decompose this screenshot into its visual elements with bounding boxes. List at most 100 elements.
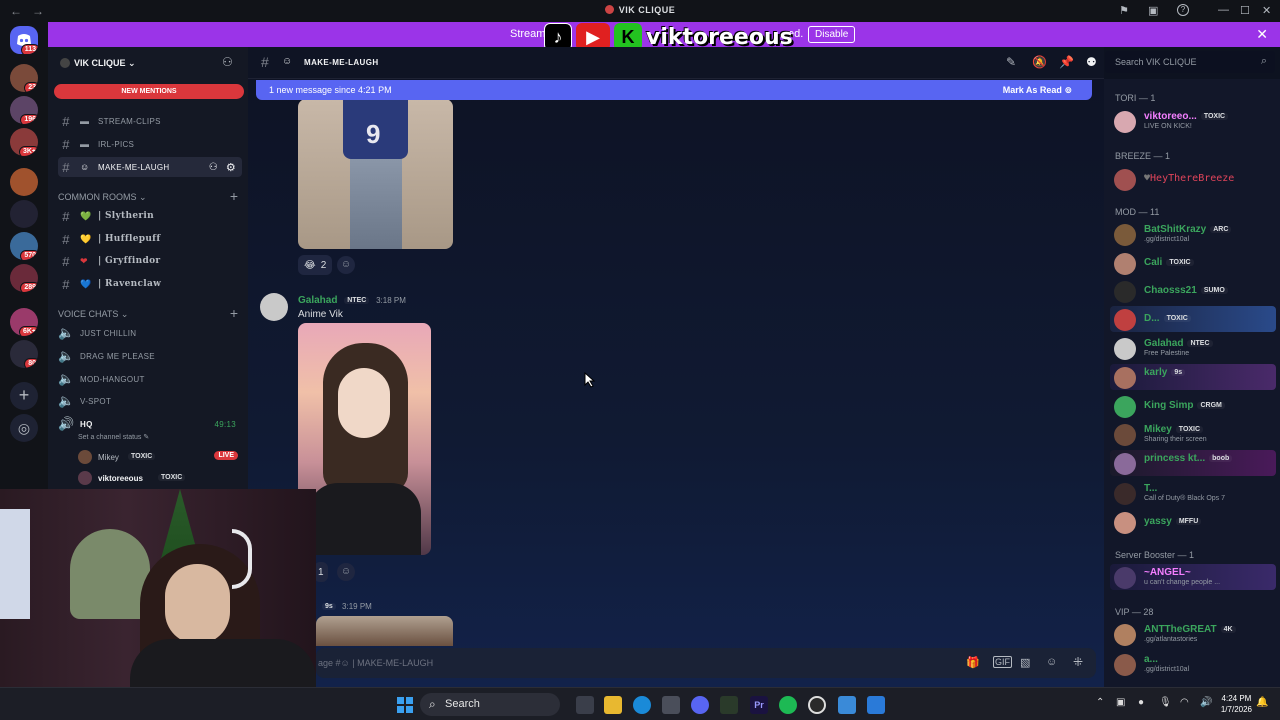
voice-drag-me-please[interactable]: 🔈 DRAG ME PLEASE (58, 346, 242, 366)
obs-icon[interactable] (808, 696, 826, 714)
gif-icon[interactable]: GIF (993, 656, 1012, 668)
member-cali[interactable]: Cali TOXIC (1110, 250, 1276, 276)
member-king-simp[interactable]: King Simp CRGM (1110, 393, 1276, 419)
channel-ravenclaw[interactable]: # 💙 | Ravenclaw (58, 274, 242, 294)
voice-user-mikey[interactable]: Mikey TOXIC LIVE (78, 450, 242, 466)
volume-icon[interactable]: 🔊 (1200, 697, 1212, 708)
category-voice-chats[interactable]: VOICE CHATS ⌄ (58, 309, 128, 320)
channel-stream-clips[interactable]: # ▬ STREAM-CLIPS (58, 111, 242, 131)
member-list-icon[interactable]: ⚉ (1086, 55, 1097, 69)
member-viktoreeous[interactable]: viktoreeo... TOXIC LIVE ON KICK! (1110, 108, 1276, 134)
discover-icon[interactable]: ◎ (10, 414, 38, 442)
member-mikey[interactable]: Mikey TOXIC Sharing their screen (1110, 421, 1276, 447)
task-view-icon[interactable] (576, 696, 594, 714)
maximize-icon[interactable]: ☐ (1240, 4, 1250, 17)
member-heytherebreeze[interactable]: ♥HeyThereBreeze (1110, 166, 1276, 192)
member-angel[interactable]: ~ANGEL~ u can't change people ... (1110, 564, 1276, 590)
server-name-header[interactable]: VIK CLIQUE ⌄ (60, 58, 136, 69)
reaction[interactable]: 1 (314, 562, 328, 582)
wifi-icon[interactable]: ◠ (1180, 697, 1189, 708)
new-messages-bar[interactable]: 1 new message since 4:21 PM Mark As Read… (256, 80, 1092, 100)
server-icon[interactable] (10, 168, 38, 196)
channel-make-me-laugh[interactable]: # ☺ MAKE-ME-LAUGH ⚇ ⚙ (58, 157, 242, 177)
notification-bell-icon[interactable]: 🔔 (1256, 697, 1268, 708)
mute-bell-icon[interactable]: 🔕 (1032, 55, 1047, 69)
threads-icon[interactable]: ✎ (1006, 55, 1016, 69)
member-karly[interactable]: karly 9s (1110, 364, 1276, 390)
mic-icon[interactable]: 🎙 (1159, 697, 1172, 708)
photos-icon[interactable] (867, 696, 885, 714)
category-common-rooms[interactable]: COMMON ROOMS ⌄ (58, 192, 147, 203)
home-discord-icon[interactable]: 113 (10, 26, 38, 54)
server-icon[interactable]: 6K+ (10, 308, 38, 336)
add-reaction-icon[interactable]: ☺ (337, 563, 355, 581)
server-icon[interactable]: 196 (10, 96, 38, 124)
settings-gear-icon[interactable]: ⚙ (226, 161, 236, 174)
server-icon[interactable]: 289 (10, 264, 38, 292)
add-voice-channel-icon[interactable]: + (230, 305, 238, 321)
inbox-icon[interactable]: ⚑ (1119, 4, 1129, 17)
member-anthegreat[interactable]: ANTTheGREAT 4K .gg/atlantastories (1110, 621, 1276, 647)
app-tray-icon[interactable]: ● (1138, 697, 1144, 708)
server-icon[interactable]: 80 (10, 340, 38, 368)
member-t[interactable]: T... Call of Duty® Black Ops 7 (1110, 480, 1276, 506)
member-d[interactable]: D... TOXIC (1110, 306, 1276, 332)
message-image[interactable] (316, 616, 453, 646)
message-author[interactable]: Galahad (298, 295, 337, 306)
premiere-pro-icon[interactable]: Pr (750, 696, 768, 714)
network-icon[interactable]: ▣ (1116, 697, 1125, 708)
server-icon[interactable]: 3K+ (10, 128, 38, 156)
taskbar-search[interactable]: ⌕ Search (420, 693, 560, 716)
member-batshitkrazy[interactable]: BatShitKrazy ARC .gg/district10al (1110, 221, 1276, 247)
gift-icon[interactable]: 🎁 (966, 656, 980, 669)
server-icon[interactable]: 570 (10, 232, 38, 260)
pin-icon[interactable]: 📌 (1059, 55, 1074, 69)
emoji-picker-icon[interactable]: ☺ (1046, 656, 1057, 668)
message-image[interactable]: 9 (298, 99, 453, 249)
channel-slytherin[interactable]: # 💚 | Slytherin (58, 206, 242, 226)
help-icon[interactable]: ? (1177, 4, 1189, 16)
notepad-icon[interactable] (838, 696, 856, 714)
channel-hufflepuff[interactable]: # 💛 | Hufflepuff (58, 229, 242, 249)
search-input[interactable]: Search VIK CLIQUE (1115, 57, 1197, 67)
new-mentions-pill[interactable]: NEW MENTIONS (54, 84, 244, 99)
screen-share-icon[interactable]: ▣ (1148, 4, 1158, 17)
disable-button[interactable]: Disable (808, 26, 856, 43)
member-galahad[interactable]: Galahad NTEC Free Palestine (1110, 335, 1276, 361)
message-image[interactable] (298, 323, 431, 555)
server-icon[interactable]: 23 (10, 64, 38, 92)
voice-just-chillin[interactable]: 🔈 JUST CHILLIN (58, 323, 242, 343)
edge-browser-icon[interactable] (633, 696, 651, 714)
voice-mod-hangout[interactable]: 🔈 MOD-HANGOUT (58, 369, 242, 389)
member-yassy[interactable]: yassy MFFU (1110, 509, 1276, 535)
add-reaction-icon[interactable]: ☺ (337, 256, 355, 274)
store-icon[interactable] (662, 696, 680, 714)
channel-status-prompt[interactable]: Set a channel status ✎ (78, 433, 149, 441)
member-chaosss21[interactable]: Chaosss21 SUMO (1110, 278, 1276, 304)
discord-app-icon[interactable] (691, 696, 709, 714)
mark-as-read-button[interactable]: Mark As Read ⊚ (1003, 85, 1072, 96)
avatar[interactable] (260, 293, 288, 321)
spotify-icon[interactable] (779, 696, 797, 714)
voice-user-viktoreeous[interactable]: viktoreeous TOXIC (78, 471, 242, 487)
chevron-up-icon[interactable]: ⌃ (1096, 697, 1104, 708)
reaction-laugh[interactable]: 😂 2 (298, 255, 333, 275)
invite-icon[interactable]: ⚇ (209, 162, 218, 173)
close-window-icon[interactable]: ✕ (1262, 4, 1271, 17)
xbox-icon[interactable] (720, 696, 738, 714)
clock[interactable]: 4:24 PM 1/7/2026 (1221, 693, 1252, 715)
member-princess[interactable]: princess kt... boob (1110, 450, 1276, 476)
windows-start-icon[interactable] (396, 696, 414, 714)
channel-gryffindor[interactable]: # ❤ | Gryffindor (58, 251, 242, 271)
file-explorer-icon[interactable] (604, 696, 622, 714)
message-composer[interactable]: age #☺ | MAKE-ME-LAUGH 🎁 GIF ▧ ☺ ⁜ (316, 648, 1096, 678)
voice-hq[interactable]: 🔊 HQ 49:13 (58, 414, 242, 434)
add-channel-icon[interactable]: + (230, 188, 238, 204)
server-icon[interactable] (10, 200, 38, 228)
channel-irl-pics[interactable]: # ▬ IRL-PICS (58, 134, 242, 154)
member-a[interactable]: a... .gg/district10al (1110, 651, 1276, 677)
search-box[interactable]: Search VIK CLIQUE ⌕ (1105, 51, 1275, 73)
voice-v-spot[interactable]: 🔈 V-SPOT (58, 391, 242, 411)
add-server-icon[interactable]: + (10, 382, 38, 410)
add-member-icon[interactable]: ⚇ (222, 55, 233, 69)
